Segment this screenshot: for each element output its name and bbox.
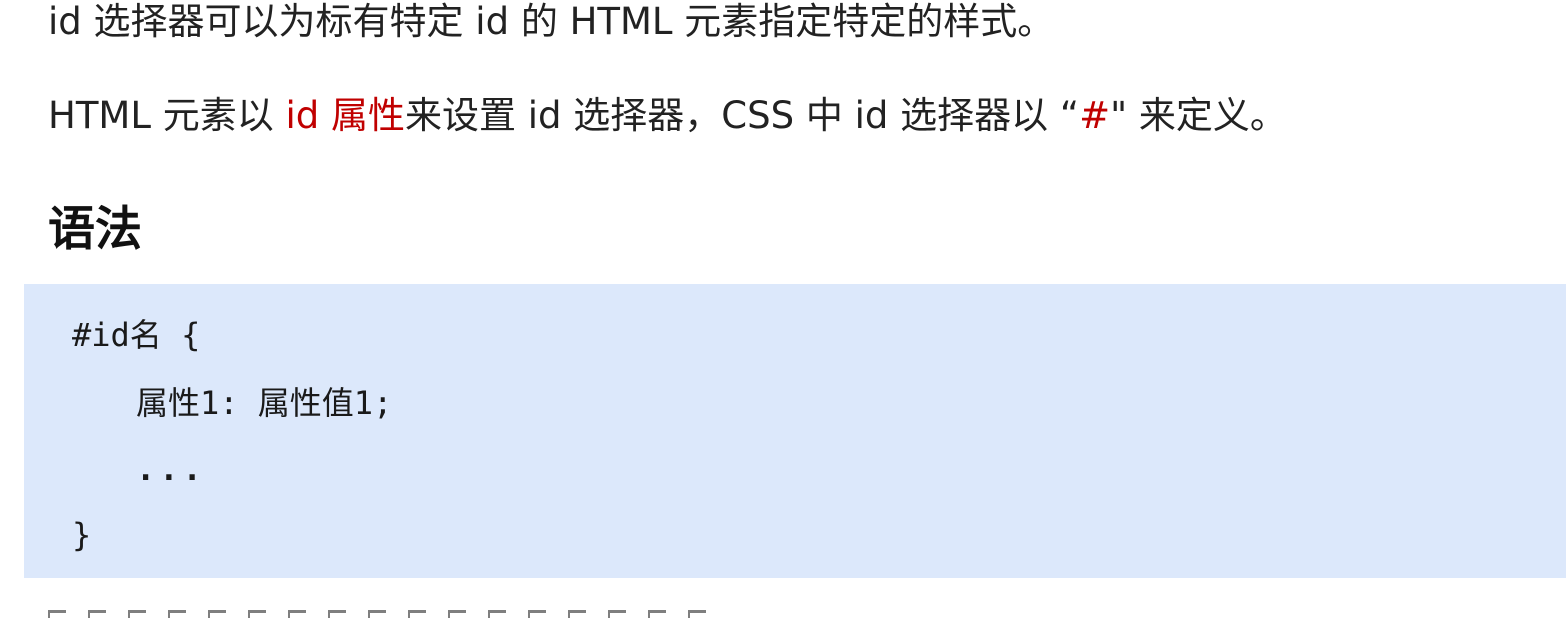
code-line-closing-brace: } — [72, 516, 92, 554]
id-attribute-highlight: id 属性 — [285, 94, 406, 137]
intro-paragraph-2: HTML 元素以 id 属性来设置 id 选择器，CSS 中 id 选择器以 “… — [48, 92, 1287, 140]
paragraph-2-text-1: HTML 元素以 — [48, 94, 286, 137]
intro-paragraph-1: id 选择器可以为标有特定 id 的 HTML 元素指定特定的样式。 — [48, 0, 1055, 43]
cut-off-next-line — [48, 602, 788, 618]
code-line-ellipsis: ... — [136, 450, 206, 488]
hash-symbol-highlight: # — [1079, 94, 1111, 137]
document-page: id 选择器可以为标有特定 id 的 HTML 元素指定特定的样式。 HTML … — [0, 0, 1566, 618]
paragraph-2-text-3: " 来定义。 — [1110, 94, 1287, 137]
syntax-code-block: #id名 { 属性1: 属性值1; ... } — [24, 284, 1566, 578]
paragraph-2-text-2: 来设置 id 选择器，CSS 中 id 选择器以 “ — [405, 94, 1080, 137]
code-line-declaration: 属性1: 属性值1; — [136, 384, 393, 422]
code-line-selector: #id名 { — [72, 316, 201, 354]
syntax-heading: 语法 — [48, 202, 142, 257]
